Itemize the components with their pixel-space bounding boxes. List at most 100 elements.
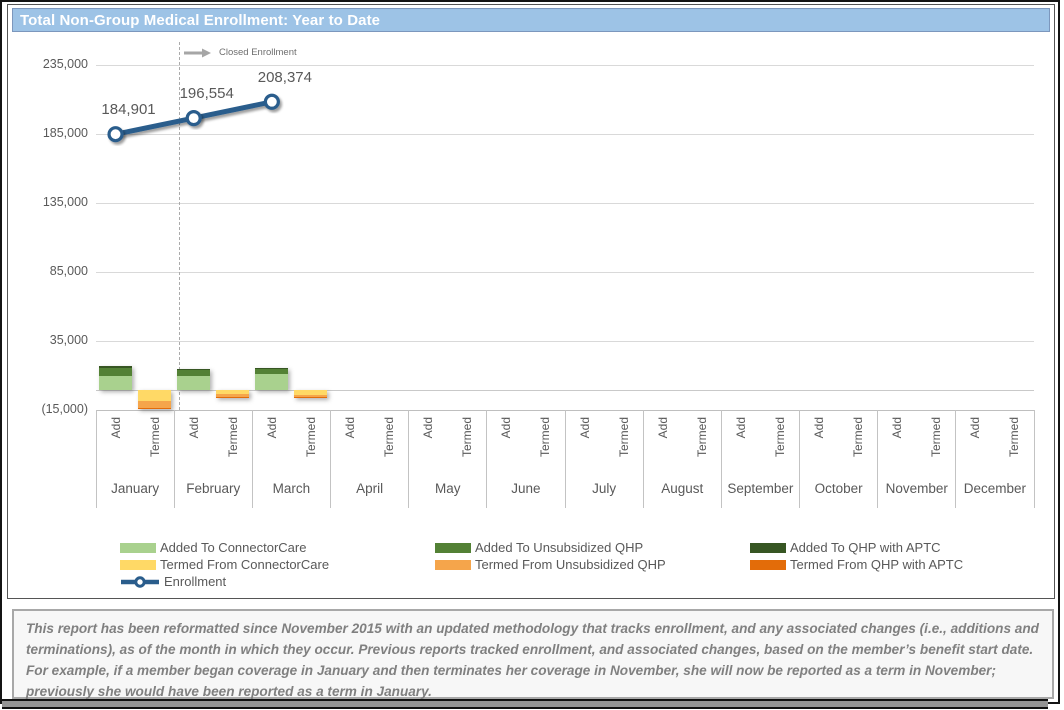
legend-line-swatch xyxy=(120,576,160,588)
methodology-note-text: This report has been reformatted since N… xyxy=(26,621,1039,699)
chart-legend: Added To ConnectorCare Added To Unsubsidi… xyxy=(120,539,1050,590)
category-label-cell: Add xyxy=(409,417,448,487)
legend-label: Added To Unsubsidized QHP xyxy=(475,540,643,555)
category-label-cell: Add xyxy=(800,417,839,487)
category-label: Add xyxy=(968,417,982,438)
report-page: Total Non-Group Medical Enrollment: Year… xyxy=(0,0,1064,710)
enrollment-point xyxy=(187,112,200,125)
category-label-cell: Add xyxy=(252,417,291,487)
y-axis-tick-label: 35,000 xyxy=(16,333,88,347)
category-label-cell: Termed xyxy=(839,417,878,487)
category-label-cell: Add xyxy=(565,417,604,487)
category-label-cell: Termed xyxy=(135,417,174,487)
legend-swatch xyxy=(120,560,156,570)
category-label: Termed xyxy=(226,417,240,457)
month-label: July xyxy=(565,481,643,496)
category-label: Add xyxy=(656,417,670,438)
month-label: November xyxy=(878,481,956,496)
legend-swatch xyxy=(750,543,786,553)
y-axis-tick-label: (15,000) xyxy=(16,402,88,416)
category-label: Termed xyxy=(695,417,709,457)
month-label: January xyxy=(96,481,174,496)
month-label: August xyxy=(643,481,721,496)
legend-item: Termed From QHP with APTC xyxy=(750,556,1050,573)
legend-swatch xyxy=(750,560,786,570)
legend-label: Termed From Unsubsidized QHP xyxy=(475,557,666,572)
legend-label: Added To QHP with APTC xyxy=(790,540,941,555)
legend-item: Added To Unsubsidized QHP xyxy=(435,539,750,556)
enrollment-point xyxy=(109,128,122,141)
legend-item: Termed From ConnectorCare xyxy=(120,556,435,573)
month-label: December xyxy=(956,481,1034,496)
category-label: Termed xyxy=(617,417,631,457)
methodology-note: This report has been reformatted since N… xyxy=(12,609,1054,699)
category-label-cell: Termed xyxy=(995,417,1034,487)
month-label: February xyxy=(174,481,252,496)
closed-enrollment-label: Closed Enrollment xyxy=(219,47,297,58)
category-label-cell: Add xyxy=(96,417,135,487)
category-label-cell: Add xyxy=(174,417,213,487)
category-label-cell: Termed xyxy=(604,417,643,487)
category-label: Termed xyxy=(382,417,396,457)
category-label: Termed xyxy=(304,417,318,457)
category-label: Termed xyxy=(538,417,552,457)
category-label-cell: Termed xyxy=(526,417,565,487)
y-axis-tick-label: 85,000 xyxy=(16,264,88,278)
y-axis-tick-label: 185,000 xyxy=(16,126,88,140)
category-label: Add xyxy=(812,417,826,438)
category-label-cell: Termed xyxy=(917,417,956,487)
category-label-cell: Termed xyxy=(760,417,799,487)
category-label-cell: Add xyxy=(721,417,760,487)
enrollment-line-chart xyxy=(96,65,1034,415)
legend-item: Termed From Unsubsidized QHP xyxy=(435,556,750,573)
month-label: April xyxy=(331,481,409,496)
plot-area: 235,000 185,000 135,000 85,000 35,000 (15,000… xyxy=(8,5,1054,598)
enrollment-data-label: 196,554 xyxy=(162,85,252,102)
legend-label: Termed From ConnectorCare xyxy=(160,557,329,572)
month-label: September xyxy=(721,481,799,496)
category-label: Add xyxy=(343,417,357,438)
category-label-cell: Termed xyxy=(682,417,721,487)
category-label-cell: Add xyxy=(878,417,917,487)
category-label: Add xyxy=(421,417,435,438)
month-label: June xyxy=(487,481,565,496)
month-label: October xyxy=(800,481,878,496)
category-label-cell: Add xyxy=(956,417,995,487)
report-frame: Total Non-Group Medical Enrollment: Year… xyxy=(0,0,1060,704)
category-label-cell: Termed xyxy=(213,417,252,487)
legend-swatch xyxy=(435,560,471,570)
category-label-cell: Add xyxy=(643,417,682,487)
legend-item: Added To QHP with APTC xyxy=(750,539,1050,556)
category-label-cell: Add xyxy=(331,417,370,487)
category-label: Termed xyxy=(148,417,162,457)
category-label-cell: Termed xyxy=(448,417,487,487)
legend-label: Added To ConnectorCare xyxy=(160,540,306,555)
enrollment-data-label: 184,901 xyxy=(84,101,174,118)
legend-swatch xyxy=(120,543,156,553)
category-label: Add xyxy=(265,417,279,438)
category-label: Add xyxy=(187,417,201,438)
category-label: Add xyxy=(109,417,123,438)
enrollment-data-label: 208,374 xyxy=(240,69,330,86)
category-label-cell: Termed xyxy=(291,417,330,487)
y-axis-tick-label: 235,000 xyxy=(16,57,88,71)
category-label: Termed xyxy=(929,417,943,457)
enrollment-point xyxy=(265,95,278,108)
legend-item: Enrollment xyxy=(120,573,435,590)
category-label: Add xyxy=(499,417,513,438)
month-label: March xyxy=(252,481,330,496)
category-label: Termed xyxy=(1007,417,1021,457)
legend-swatch xyxy=(435,543,471,553)
category-label: Termed xyxy=(460,417,474,457)
category-label: Add xyxy=(890,417,904,438)
closed-enrollment-annotation: Closed Enrollment xyxy=(184,47,297,58)
category-label: Termed xyxy=(851,417,865,457)
right-arrow-icon xyxy=(184,48,211,58)
legend-label: Enrollment xyxy=(164,574,226,589)
category-label: Add xyxy=(578,417,592,438)
legend-label: Termed From QHP with APTC xyxy=(790,557,963,572)
month-label: May xyxy=(409,481,487,496)
legend-item: Added To ConnectorCare xyxy=(120,539,435,556)
category-label: Termed xyxy=(773,417,787,457)
y-axis-tick-label: 135,000 xyxy=(16,195,88,209)
